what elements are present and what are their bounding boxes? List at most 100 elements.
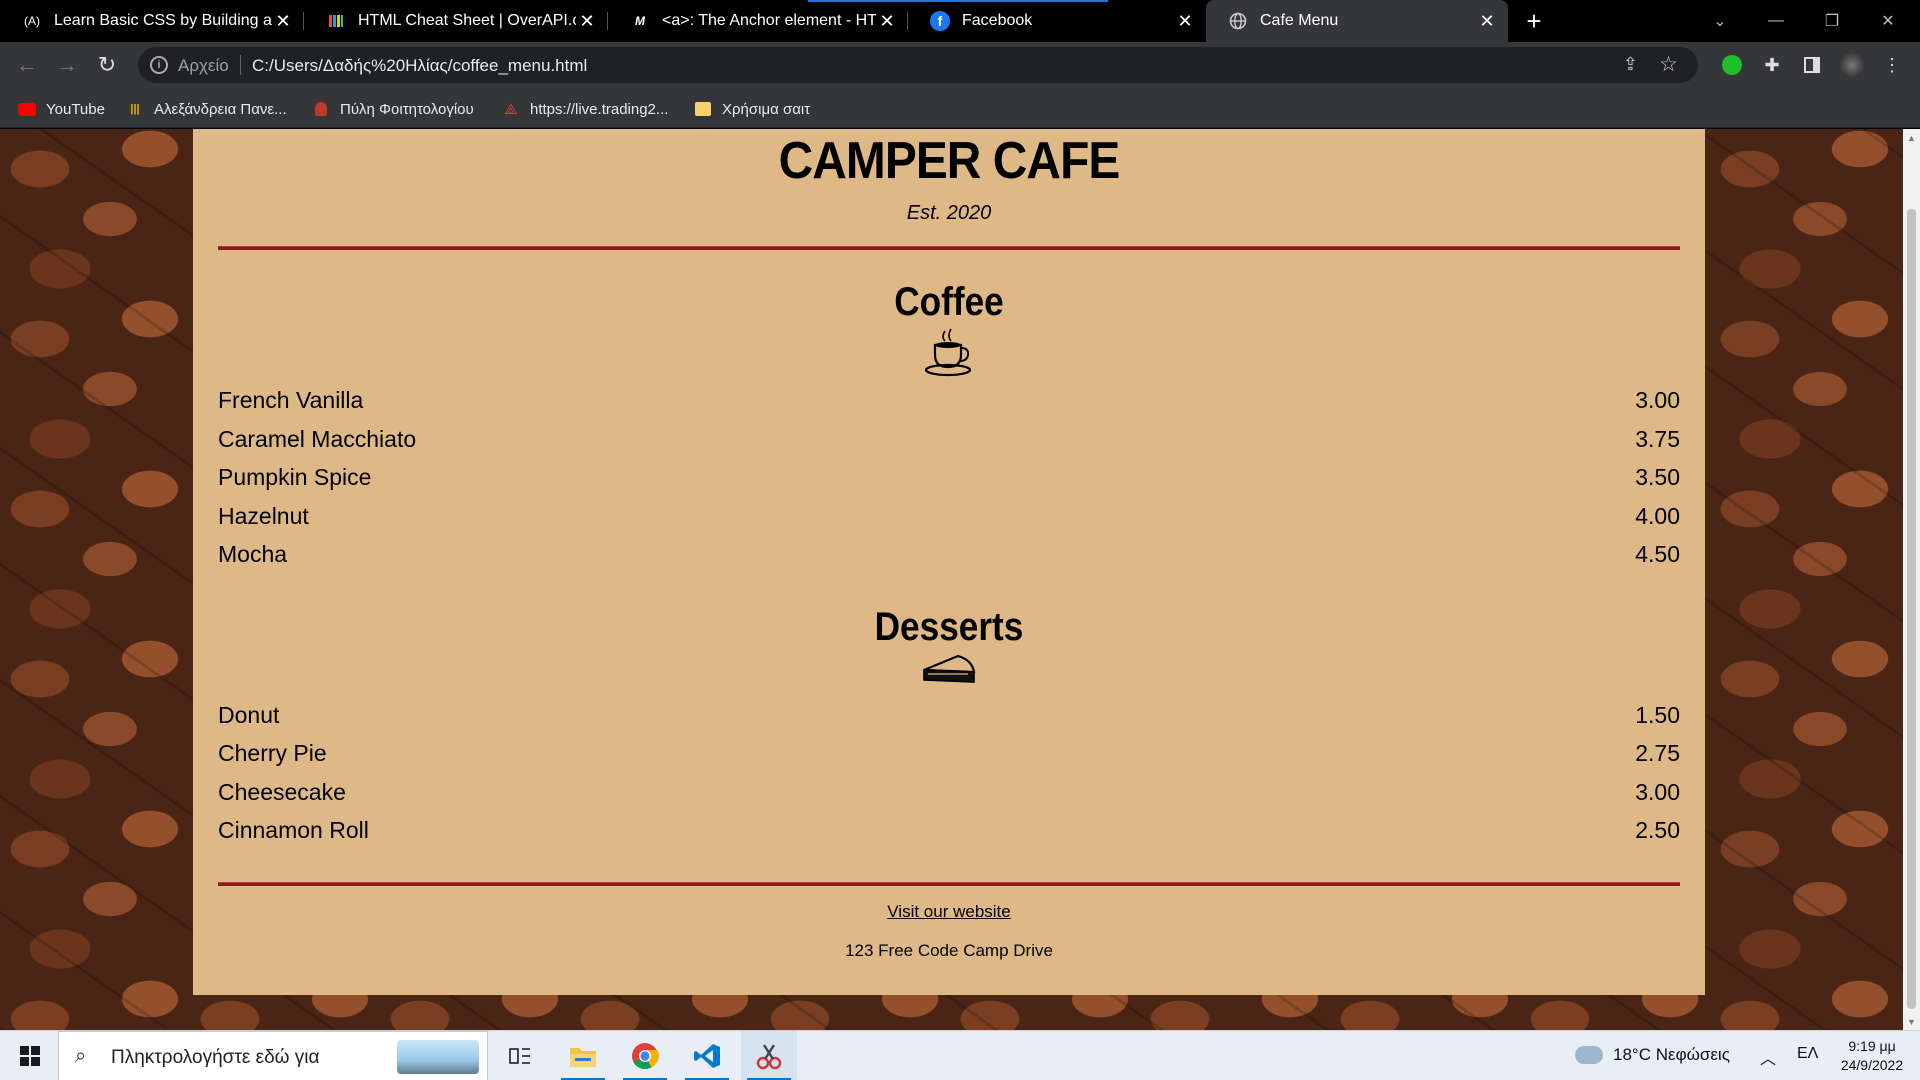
mdn-icon: M	[635, 14, 645, 28]
tab-cafe-menu[interactable]: Cafe Menu ✕	[1206, 0, 1508, 42]
page-scrollbar[interactable]: ▲ ▼	[1903, 129, 1920, 1030]
vscode-icon[interactable]	[679, 1031, 735, 1080]
close-tab-icon[interactable]: ✕	[272, 10, 294, 32]
weather-text: 18°C Νεφώσεις	[1613, 1045, 1730, 1064]
item-name: Cheesecake	[218, 779, 346, 805]
close-tab-icon[interactable]: ✕	[576, 10, 598, 32]
visit-website-link[interactable]: Visit our website	[887, 902, 1010, 921]
close-tab-icon[interactable]: ✕	[1174, 10, 1196, 32]
library-icon: |||	[130, 103, 140, 115]
file-explorer-icon[interactable]	[555, 1031, 611, 1080]
start-button[interactable]	[10, 1043, 50, 1069]
bookmark-label: Αλεξάνδρεια Πανε...	[154, 100, 287, 118]
tab-facebook[interactable]: f Facebook ✕	[908, 0, 1206, 42]
scrollbar-thumb[interactable]	[1907, 209, 1916, 1009]
item-price: 2.50	[1635, 817, 1680, 843]
chrome-icon[interactable]	[617, 1031, 673, 1080]
bookmark-student-portal[interactable]: Πύλη Φοιτητολογίου	[312, 98, 474, 120]
tab-title: Learn Basic CSS by Building a Cafe	[54, 12, 272, 29]
chrome-menu-icon[interactable]: ⋮	[1879, 52, 1905, 78]
cafe-menu: CAMPER CAFE Est. 2020 Coffee French Vani…	[193, 129, 1705, 995]
tab-learn-css[interactable]: (A) Learn Basic CSS by Building a Cafe ✕	[0, 0, 304, 42]
bookmark-folder-useful[interactable]: Χρήσιμα σαιτ	[694, 98, 810, 120]
item-name: Hazelnut	[218, 503, 309, 529]
page-viewport: CAMPER CAFE Est. 2020 Coffee French Vani…	[0, 129, 1903, 1030]
snipping-tool-icon[interactable]	[741, 1031, 797, 1080]
tab-title: Facebook	[962, 12, 1033, 29]
folder-icon	[694, 102, 712, 116]
item-price: 3.75	[1635, 426, 1680, 452]
item-name: Caramel Macchiato	[218, 426, 417, 452]
windows-logo-icon	[20, 1046, 40, 1066]
clock-date: 24/9/2022	[1840, 1057, 1904, 1073]
tab-strip: (A) Learn Basic CSS by Building a Cafe ✕…	[0, 0, 1920, 42]
cafe-name-heading: CAMPER CAFE	[778, 132, 1121, 190]
show-hidden-icons-chevron-icon[interactable]: ︿	[1760, 1045, 1776, 1069]
bookmark-youtube[interactable]: YouTube	[18, 98, 105, 120]
scheme-label: Αρχείο	[178, 56, 229, 75]
menu-item: Pumpkin Spice 3.50	[218, 464, 1680, 494]
coffee-cup-icon	[193, 327, 1705, 386]
tab-title: Cafe Menu	[1260, 12, 1339, 29]
share-icon[interactable]: ⇪	[1623, 54, 1638, 75]
item-name: Donut	[218, 702, 280, 728]
tab-search-icon[interactable]: ⌄	[1692, 0, 1748, 42]
side-panel-icon[interactable]	[1799, 52, 1825, 78]
task-view-icon[interactable]	[492, 1031, 548, 1080]
cloud-icon	[1575, 1046, 1603, 1064]
menu-item: Cheesecake 3.00	[218, 779, 1680, 809]
menu-item: Cinnamon Roll 2.50	[218, 817, 1680, 847]
bookmark-trading[interactable]: ⟁ https://live.trading2...	[502, 98, 668, 120]
browser-toolbar: ← → ↻ i Αρχείο C:/Users/Δαδής%20Ηλίας/co…	[0, 42, 1920, 88]
address-text: 123 Free Code Camp Drive	[845, 941, 1053, 960]
youtube-icon	[18, 102, 36, 116]
website-link-container: Visit our website	[193, 902, 1705, 922]
address-bar[interactable]: i Αρχείο C:/Users/Δαδής%20Ηλίας/coffee_m…	[138, 47, 1698, 83]
bookmark-alexandria[interactable]: ||| Αλεξάνδρεια Πανε...	[126, 98, 287, 120]
tab-mdn-anchor[interactable]: M <a>: The Anchor element - HTML ✕	[608, 0, 908, 42]
input-language[interactable]: ΕΛ	[1797, 1045, 1818, 1063]
reload-icon[interactable]: ↻	[92, 50, 122, 80]
close-tab-icon[interactable]: ✕	[876, 10, 898, 32]
new-tab-button[interactable]: +	[1519, 6, 1549, 36]
item-price: 3.50	[1635, 464, 1680, 490]
bookmark-label: YouTube	[46, 100, 105, 118]
profile-avatar[interactable]	[1839, 52, 1865, 78]
back-arrow-icon[interactable]: ←	[12, 50, 42, 80]
menu-item: Mocha 4.50	[218, 541, 1680, 571]
url-text[interactable]: C:/Users/Δαδής%20Ηλίας/coffee_menu.html	[252, 56, 587, 76]
menu-item: Donut 1.50	[218, 702, 1680, 732]
weather-widget[interactable]: 18°C Νεφώσεις	[1575, 1045, 1730, 1065]
tab-overapi[interactable]: HTML Cheat Sheet | OverAPI.com ✕	[304, 0, 608, 42]
scroll-down-arrow-icon[interactable]: ▼	[1903, 1013, 1920, 1030]
close-window-button[interactable]: ✕	[1860, 0, 1916, 42]
info-icon[interactable]: i	[150, 56, 168, 74]
close-tab-icon[interactable]: ✕	[1476, 10, 1498, 32]
item-name: Pumpkin Spice	[218, 464, 372, 490]
tab-title: HTML Cheat Sheet | OverAPI.com	[358, 12, 576, 29]
windows-taskbar: ⌕ Πληκτρολογήστε εδώ για 18°C Νεφώσεις ︿…	[0, 1030, 1920, 1080]
minimize-button[interactable]: —	[1748, 0, 1804, 42]
tab-title: <a>: The Anchor element - HTML	[662, 12, 876, 29]
item-name: French Vanilla	[218, 387, 364, 413]
forward-arrow-icon[interactable]: →	[52, 50, 82, 80]
puzzle-extensions-icon[interactable]: ✚	[1759, 52, 1785, 78]
trading-icon: ⟁	[504, 100, 518, 118]
item-name: Cinnamon Roll	[218, 817, 369, 843]
bookmark-star-icon[interactable]: ☆	[1659, 52, 1678, 77]
bottom-divider	[218, 882, 1680, 886]
scroll-up-arrow-icon[interactable]: ▲	[1903, 129, 1920, 146]
item-price: 3.00	[1635, 387, 1680, 413]
taskbar-search-box[interactable]: ⌕ Πληκτρολογήστε εδώ για	[58, 1031, 488, 1080]
search-highlight-image	[397, 1040, 479, 1074]
search-placeholder: Πληκτρολογήστε εδώ για	[111, 1047, 320, 1068]
university-icon	[312, 102, 330, 116]
menu-item: French Vanilla 3.00	[218, 387, 1680, 417]
menu-item: Cherry Pie 2.75	[218, 740, 1680, 770]
bookmark-label: Πύλη Φοιτητολογίου	[340, 100, 474, 118]
system-clock[interactable]: 9:19 μμ 24/9/2022	[1832, 1037, 1912, 1075]
extension-green-icon[interactable]	[1719, 52, 1745, 78]
clock-time: 9:19 μμ	[1848, 1038, 1896, 1054]
coffee-heading: Coffee	[894, 280, 1004, 324]
restore-button[interactable]: ❐	[1804, 0, 1860, 42]
